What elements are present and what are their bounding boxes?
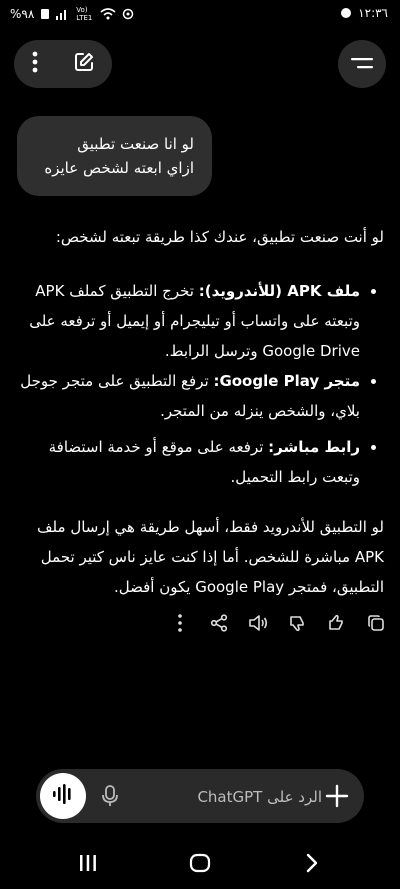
hamburger-icon (351, 55, 373, 74)
mic-icon (98, 785, 122, 812)
status-bar: %٩٨ Vo) LTE1 ١٢:٣٦ (0, 0, 400, 28)
user-message-line-1: لو انا صنعت تطبيق (77, 135, 194, 153)
battery-icon (40, 8, 50, 20)
sync-icon (122, 8, 134, 20)
system-nav-bar (0, 840, 400, 889)
user-message-line-2: ازاي ابعته لشخص عايزه (44, 159, 194, 177)
top-actions-pill (14, 40, 112, 88)
answer-intro: لو أنت صنعت تطبيق، عندك كذا طريقة تبعته … (55, 228, 384, 246)
user-message-bubble: لو انا صنعت تطبيق ازاي ابعته لشخص عايزه (17, 116, 212, 196)
bullet-dot (371, 379, 376, 384)
bullet-text: ملف APK (للأندرويد): تخرج التطبيق كملف A… (29, 282, 360, 360)
home-button[interactable] (185, 850, 215, 880)
mic-button[interactable] (98, 784, 122, 808)
chat-bubble-icon (340, 7, 352, 19)
answer-bullet-play: متجر Google Play: ترفع التطبيق على متجر … (18, 366, 376, 426)
plus-icon (324, 784, 350, 813)
home-icon (189, 852, 211, 878)
add-attachment-button[interactable] (324, 783, 350, 809)
wifi-icon (100, 8, 116, 20)
thumbs-down-icon[interactable] (286, 611, 310, 635)
edit-icon[interactable] (73, 51, 95, 77)
message-composer (36, 769, 364, 823)
recent-apps-icon (79, 854, 97, 876)
share-icon[interactable] (207, 611, 231, 635)
recent-apps-button[interactable] (73, 850, 103, 880)
signal-icon (56, 8, 70, 20)
more-vertical-icon[interactable] (32, 51, 38, 77)
bullet-dot (371, 445, 376, 450)
bullet-text: متجر Google Play: ترفع التطبيق على متجر … (20, 372, 360, 420)
top-bar (0, 40, 400, 90)
bullet-text: رابط مباشر: ترفعه على موقع أو خدمة استضا… (48, 438, 360, 486)
battery-text: %٩٨ (10, 7, 35, 21)
voice-waveform-icon (51, 784, 75, 808)
back-chevron-icon (305, 853, 319, 877)
bullet-dot (371, 289, 376, 294)
message-input[interactable] (132, 779, 324, 815)
answer-bullet-link: رابط مباشر: ترفعه على موقع أو خدمة استضا… (18, 432, 376, 492)
copy-icon[interactable] (364, 611, 388, 635)
speaker-icon[interactable] (246, 611, 270, 635)
sidebar-button[interactable] (338, 40, 386, 88)
message-actions (168, 608, 388, 638)
network-text: Vo) LTE1 (76, 6, 93, 22)
voice-mode-button[interactable] (40, 773, 86, 819)
back-button[interactable] (297, 850, 327, 880)
thumbs-up-icon[interactable] (325, 611, 349, 635)
status-time: ١٢:٣٦ (358, 6, 388, 20)
answer-closing: لو التطبيق للأندرويد فقط، أسهل طريقة هي … (37, 518, 384, 596)
answer-bullet-apk: ملف APK (للأندرويد): تخرج التطبيق كملف A… (18, 276, 376, 366)
more-vertical-icon[interactable] (168, 611, 192, 635)
